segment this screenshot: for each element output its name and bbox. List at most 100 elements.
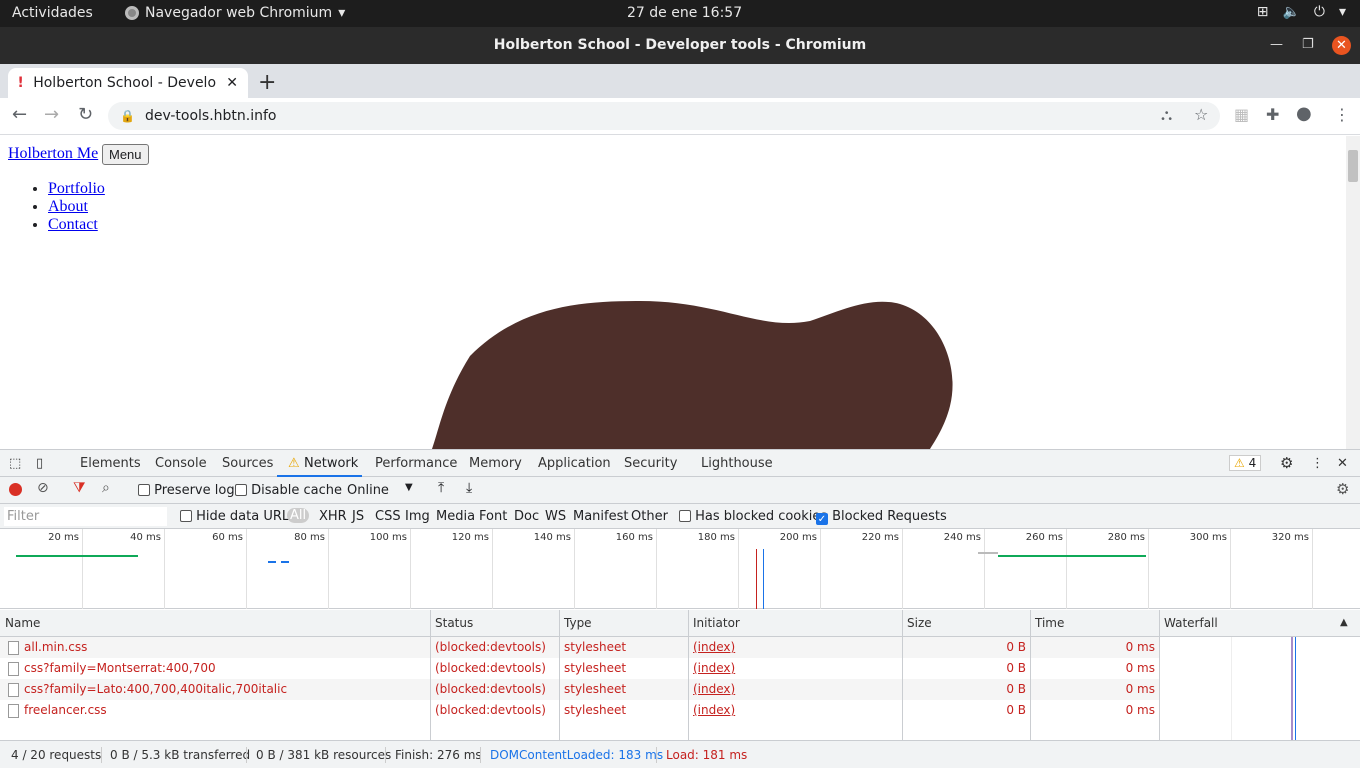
- page-scrollbar[interactable]: [1346, 136, 1360, 449]
- clear-icon[interactable]: ⊘: [37, 480, 49, 496]
- inspect-icon[interactable]: ⬚: [9, 456, 21, 471]
- column-divider[interactable]: [430, 610, 431, 740]
- type-filter-other[interactable]: Other: [631, 509, 668, 524]
- table-row[interactable]: css?family=Montserrat:400,700 (blocked:de…: [0, 658, 1160, 679]
- type-filter-js[interactable]: JS: [352, 509, 364, 524]
- record-icon[interactable]: [9, 483, 22, 496]
- star-icon[interactable]: ☆: [1194, 105, 1208, 124]
- throttling-select[interactable]: Online: [347, 483, 389, 498]
- file-icon: [8, 662, 19, 676]
- close-window-icon[interactable]: ✕: [1332, 36, 1351, 55]
- type-filter-ws[interactable]: WS: [545, 509, 566, 524]
- type-filter-img[interactable]: Img: [405, 509, 430, 524]
- checkbox-box[interactable]: [235, 484, 247, 496]
- address-bar[interactable]: 🔒 dev-tools.hbtn.info: [108, 102, 1220, 130]
- browser-tab[interactable]: ǃ Holberton School - Develo ✕: [8, 68, 248, 98]
- nav-link-contact[interactable]: Contact: [48, 216, 98, 233]
- checkbox-box[interactable]: [180, 510, 192, 522]
- column-divider[interactable]: [902, 610, 903, 740]
- table-row[interactable]: css?family=Lato:400,700,400italic,700ita…: [0, 679, 1160, 700]
- extension-icon[interactable]: ▦: [1234, 105, 1249, 124]
- profile-icon[interactable]: ●: [1296, 103, 1312, 124]
- column-type[interactable]: Type: [564, 616, 592, 630]
- clock[interactable]: 27 de ene 16:57: [627, 5, 742, 21]
- caret-down-icon[interactable]: ▼: [405, 482, 413, 493]
- hide-data-urls-checkbox[interactable]: Hide data URLs: [180, 509, 296, 524]
- tab-elements[interactable]: Elements: [80, 456, 141, 471]
- scrollbar-thumb[interactable]: [1348, 150, 1358, 182]
- type-filter-xhr[interactable]: XHR: [319, 509, 347, 524]
- preserve-log-checkbox[interactable]: Preserve log: [138, 483, 235, 498]
- type-filter-media[interactable]: Media: [436, 509, 475, 524]
- column-size[interactable]: Size: [907, 616, 932, 630]
- nav-link-about[interactable]: About: [48, 198, 88, 215]
- load-marker: [756, 549, 757, 609]
- column-name[interactable]: Name: [5, 616, 40, 630]
- lock-icon[interactable]: 🔒: [120, 109, 135, 123]
- brand-link[interactable]: Holberton Me: [8, 145, 98, 163]
- type-filter-doc[interactable]: Doc: [514, 509, 539, 524]
- column-divider[interactable]: [1159, 610, 1160, 740]
- tab-lighthouse[interactable]: Lighthouse: [701, 456, 773, 471]
- tab-application[interactable]: Application: [538, 456, 611, 471]
- type-filter-all[interactable]: All: [287, 508, 310, 523]
- network-overview[interactable]: 20 ms 40 ms 60 ms 80 ms 100 ms 120 ms 140 ms 16…: [0, 529, 1360, 609]
- filter-input[interactable]: Filter: [4, 507, 167, 526]
- settings-icon[interactable]: ⚙: [1336, 480, 1349, 498]
- has-blocked-cookies-checkbox[interactable]: Has blocked cookies: [679, 509, 827, 524]
- tab-memory[interactable]: Memory: [469, 456, 522, 471]
- overview-tick-label: 140 ms: [533, 532, 571, 543]
- column-status[interactable]: Status: [435, 616, 473, 630]
- nav-link-portfolio[interactable]: Portfolio: [48, 180, 105, 197]
- settings-icon[interactable]: ⚙: [1280, 454, 1293, 472]
- search-icon[interactable]: ⌕: [102, 480, 110, 496]
- export-icon[interactable]: ⤓: [466, 480, 472, 496]
- minimize-icon[interactable]: —: [1270, 37, 1283, 52]
- cell-initiator[interactable]: (index): [693, 703, 735, 717]
- disable-cache-checkbox[interactable]: Disable cache: [235, 483, 342, 498]
- type-filter-font[interactable]: Font: [479, 509, 507, 524]
- table-row[interactable]: freelancer.css (blocked:devtools) styleshe…: [0, 700, 1160, 721]
- checkbox-checked[interactable]: ✓: [816, 513, 828, 525]
- disable-cache-label: Disable cache: [251, 483, 342, 498]
- new-tab-icon[interactable]: +: [258, 70, 276, 95]
- column-initiator[interactable]: Initiator: [693, 616, 740, 630]
- forward-icon[interactable]: →: [44, 104, 59, 125]
- tab-network[interactable]: Network: [304, 456, 358, 471]
- warnings-badge[interactable]: ⚠ 4: [1229, 455, 1262, 471]
- column-time[interactable]: Time: [1035, 616, 1064, 630]
- menu-button[interactable]: Menu: [102, 144, 149, 165]
- tab-performance[interactable]: Performance: [375, 456, 457, 471]
- close-devtools-icon[interactable]: ✕: [1337, 456, 1348, 471]
- activities-button[interactable]: Actividades: [12, 5, 93, 21]
- cell-initiator[interactable]: (index): [693, 640, 735, 654]
- column-divider[interactable]: [1030, 610, 1031, 740]
- app-menu[interactable]: Navegador web Chromium ▾: [125, 5, 345, 21]
- column-divider[interactable]: [688, 610, 689, 740]
- more-icon[interactable]: ⋮: [1311, 456, 1324, 471]
- reload-icon[interactable]: ↻: [78, 104, 93, 125]
- table-row[interactable]: all.min.css (blocked:devtools) stylesheet (…: [0, 637, 1160, 658]
- cell-initiator[interactable]: (index): [693, 661, 735, 675]
- translate-icon[interactable]: ⛬: [1161, 105, 1172, 125]
- import-icon[interactable]: ⤒: [438, 480, 444, 496]
- puzzle-icon[interactable]: ✚: [1266, 105, 1279, 124]
- back-icon[interactable]: ←: [12, 104, 27, 125]
- column-divider[interactable]: [559, 610, 560, 740]
- type-filter-manifest[interactable]: Manifest: [573, 509, 628, 524]
- checkbox-box[interactable]: [679, 510, 691, 522]
- close-tab-icon[interactable]: ✕: [226, 75, 238, 91]
- cell-initiator[interactable]: (index): [693, 682, 735, 696]
- blocked-requests-checkbox[interactable]: ✓ Blocked Requests: [816, 509, 947, 525]
- device-toolbar-icon[interactable]: ▯: [36, 456, 43, 471]
- tab-sources[interactable]: Sources: [222, 456, 273, 471]
- maximize-icon[interactable]: ❐: [1302, 37, 1314, 52]
- checkbox-box[interactable]: [138, 484, 150, 496]
- tab-console[interactable]: Console: [155, 456, 207, 471]
- filter-icon[interactable]: ⧩: [73, 480, 86, 496]
- tab-security[interactable]: Security: [624, 456, 677, 471]
- type-filter-css[interactable]: CSS: [375, 509, 401, 524]
- column-waterfall[interactable]: Waterfall: [1164, 616, 1218, 630]
- system-tray[interactable]: ⊞ 🔈 ⏻ ▾: [1257, 4, 1346, 20]
- more-icon[interactable]: ⋮: [1334, 105, 1350, 124]
